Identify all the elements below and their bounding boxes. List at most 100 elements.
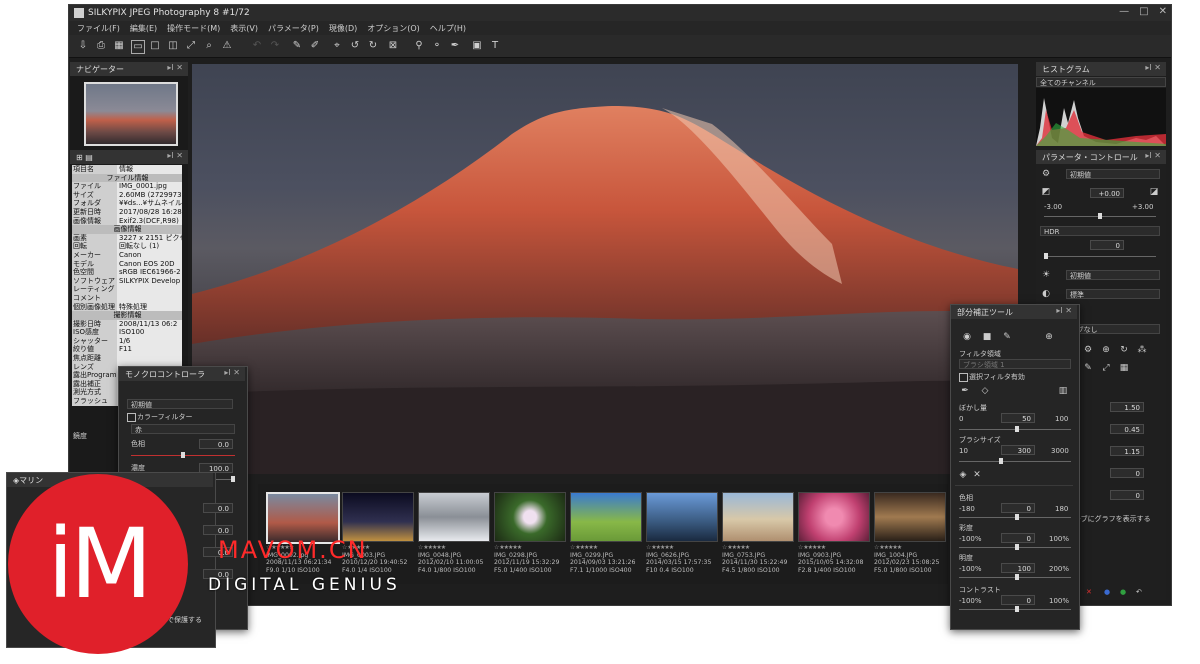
- single-view-icon[interactable]: □: [149, 40, 161, 52]
- close-icon[interactable]: ▸I ✕: [167, 63, 183, 72]
- hdr-value[interactable]: 0: [1090, 240, 1124, 250]
- param-value-5[interactable]: 0: [1110, 490, 1144, 500]
- rect-tool-icon[interactable]: ■: [981, 331, 993, 343]
- rating-stars[interactable]: ☆ ★★★★★: [418, 544, 492, 552]
- spot-icon[interactable]: ⚬: [431, 40, 443, 52]
- white-balance-icon[interactable]: ☀: [1040, 269, 1052, 281]
- filmstrip-thumbnail[interactable]: [722, 492, 794, 542]
- info-tab-icon[interactable]: ⊞ ▤: [76, 153, 93, 162]
- main-preview-image[interactable]: [192, 64, 1018, 474]
- brush-tool-icon[interactable]: ✎: [1001, 331, 1013, 343]
- navigator-thumbnail[interactable]: [84, 82, 178, 146]
- redo-icon[interactable]: ↷: [269, 40, 281, 52]
- rotate-right-icon[interactable]: ↻: [367, 40, 379, 52]
- rating-stars[interactable]: ☆ ★★★★★: [798, 544, 872, 552]
- eraser-icon[interactable]: ◇: [979, 385, 991, 397]
- mask-tool-icon[interactable]: ⊕: [1043, 331, 1055, 343]
- zoom-icon[interactable]: ⌕: [203, 40, 215, 52]
- rating-stars[interactable]: ☆ ★★★★★: [646, 544, 720, 552]
- rotate-left-icon[interactable]: ↺: [349, 40, 361, 52]
- close-button[interactable]: ✕: [1159, 6, 1167, 17]
- mono-preset-select[interactable]: 初期値: [127, 399, 233, 409]
- maximize-button[interactable]: □: [1139, 6, 1148, 17]
- param-value-1[interactable]: 1.50: [1110, 402, 1144, 412]
- tool-icon-f[interactable]: ⤢: [1100, 362, 1112, 374]
- brightness-value[interactable]: 100: [1001, 563, 1035, 573]
- brush-icon[interactable]: ✒: [449, 40, 461, 52]
- monitor-icon[interactable]: ▣: [471, 40, 483, 52]
- rating-stars[interactable]: ☆ ★★★★★: [874, 544, 948, 552]
- menu-develop[interactable]: 現像(D): [329, 23, 357, 34]
- tool-icon-c[interactable]: ↻: [1118, 344, 1130, 356]
- delete-icon[interactable]: ✕: [1086, 588, 1092, 596]
- filter-color-select[interactable]: 赤: [131, 424, 235, 434]
- filmstrip-thumbnail[interactable]: [494, 492, 566, 542]
- blur-slider[interactable]: [959, 426, 1071, 432]
- param-value-3[interactable]: 1.15: [1110, 446, 1144, 456]
- menu-parameter[interactable]: パラメータ(P): [268, 23, 319, 34]
- preview-view-icon[interactable]: ▭: [131, 40, 145, 54]
- marine-value-2[interactable]: 0.0: [203, 525, 233, 535]
- trash-icon[interactable]: ▥: [1057, 385, 1069, 397]
- marine-value-1[interactable]: 0.0: [203, 503, 233, 513]
- exposure-value[interactable]: +0.00: [1090, 188, 1124, 198]
- tone-preset-select[interactable]: 標準: [1066, 289, 1160, 299]
- tool-icon-e[interactable]: ✎: [1082, 362, 1094, 374]
- minimize-button[interactable]: —: [1119, 6, 1129, 17]
- blur-value[interactable]: 50: [1001, 413, 1035, 423]
- filmstrip-thumbnail[interactable]: [798, 492, 870, 542]
- filmstrip-thumbnail[interactable]: [342, 492, 414, 542]
- paste-param-icon[interactable]: ✐: [309, 40, 321, 52]
- tool-icon-d[interactable]: ⁂: [1136, 344, 1148, 356]
- menu-view[interactable]: 表示(V): [230, 23, 258, 34]
- blue-tag-icon[interactable]: ●: [1104, 588, 1110, 596]
- exposure-slider[interactable]: [1044, 213, 1156, 219]
- close-icon[interactable]: ▸I ✕: [167, 151, 183, 160]
- brush-size-value[interactable]: 300: [1001, 445, 1035, 455]
- hdr-slider[interactable]: [1044, 253, 1156, 259]
- undo-icon[interactable]: ↶: [251, 40, 263, 52]
- brush-pen-icon[interactable]: ✒: [959, 385, 971, 397]
- close-icon[interactable]: ▸I ✕: [224, 368, 240, 377]
- dropper-icon[interactable]: ⌖: [331, 40, 343, 52]
- settings-icon[interactable]: ⚙: [1040, 168, 1052, 180]
- filmstrip-thumbnail[interactable]: [418, 492, 490, 542]
- curve-select[interactable]: ーブなし: [1066, 324, 1160, 334]
- close-icon[interactable]: ▸I ✕: [1145, 151, 1161, 160]
- filmstrip-thumbnail[interactable]: [874, 492, 946, 542]
- hue-slider[interactable]: [959, 514, 1071, 520]
- green-tag-icon[interactable]: ●: [1120, 588, 1126, 596]
- print-icon[interactable]: ⎙: [95, 40, 107, 52]
- hue-slider[interactable]: [131, 452, 235, 458]
- brightness-slider[interactable]: [959, 574, 1071, 580]
- stamp-icon[interactable]: ⚲: [413, 40, 425, 52]
- text-icon[interactable]: T: [489, 40, 501, 52]
- copy-param-icon[interactable]: ✎: [291, 40, 303, 52]
- rating-stars[interactable]: ☆ ★★★★★: [570, 544, 644, 552]
- undo-small-icon[interactable]: ↶: [1136, 588, 1142, 596]
- rating-stars[interactable]: ☆ ★★★★★: [494, 544, 568, 552]
- menu-file[interactable]: ファイル(F): [77, 23, 120, 34]
- grid-view-icon[interactable]: ▦: [113, 40, 125, 52]
- param-preset-select[interactable]: 初期値: [1066, 169, 1160, 179]
- selected-filter-checkbox[interactable]: [959, 373, 968, 382]
- auto-exposure-icon[interactable]: ◪: [1148, 186, 1160, 198]
- saturation-value[interactable]: 0: [1001, 533, 1035, 543]
- reset-icon[interactable]: ✕: [971, 469, 983, 481]
- menu-options[interactable]: オプション(O): [367, 23, 420, 34]
- contrast-slider[interactable]: [959, 606, 1071, 612]
- param-value-4[interactable]: 0: [1110, 468, 1144, 478]
- color-picker-icon[interactable]: ◈: [957, 469, 969, 481]
- brush-slider[interactable]: [959, 458, 1071, 464]
- menu-mode[interactable]: 操作モード(M): [167, 23, 220, 34]
- contrast-value[interactable]: 0: [1001, 595, 1035, 605]
- tool-icon-b[interactable]: ⊕: [1100, 344, 1112, 356]
- tool-icon-a[interactable]: ⚙: [1082, 344, 1094, 356]
- warning-icon[interactable]: ⚠: [221, 40, 233, 52]
- tool-icon-g[interactable]: ▦: [1118, 362, 1130, 374]
- filmstrip-thumbnail[interactable]: [646, 492, 718, 542]
- menu-help[interactable]: ヘルプ(H): [430, 23, 466, 34]
- circle-tool-icon[interactable]: ◉: [961, 331, 973, 343]
- color-filter-checkbox[interactable]: [127, 413, 136, 422]
- filter-area-select[interactable]: ブラシ領域 1: [959, 359, 1071, 369]
